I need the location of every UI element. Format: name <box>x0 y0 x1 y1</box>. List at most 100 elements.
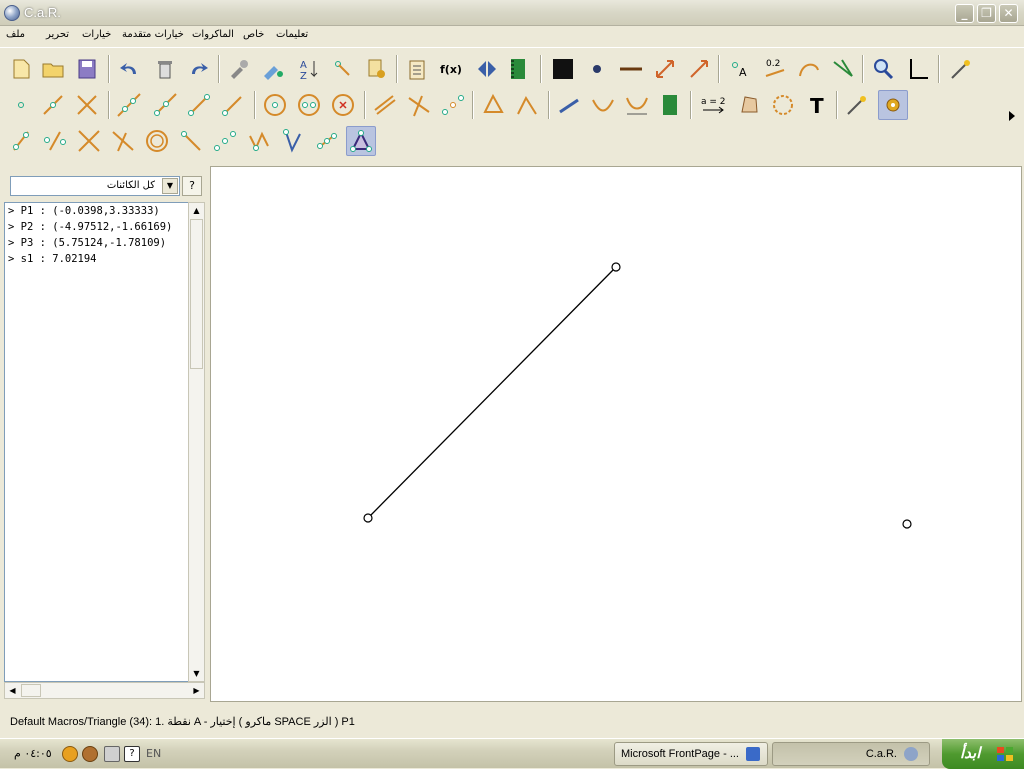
line-thickness-icon[interactable] <box>616 54 646 84</box>
locus-tool-icon[interactable] <box>768 90 798 120</box>
curve-tool-icon[interactable] <box>588 90 618 120</box>
point-style-icon[interactable] <box>582 54 612 84</box>
language-indicator[interactable]: EN <box>146 747 161 760</box>
menu-special[interactable]: خاص <box>243 29 264 40</box>
menu-macros[interactable]: الماكروات <box>192 29 234 40</box>
area-tool-icon[interactable] <box>734 90 764 120</box>
clock[interactable]: ٠٤:٠٥ م <box>14 747 52 760</box>
taskbar-item-car[interactable]: C.a.R. <box>772 742 930 766</box>
circle3-tool-icon[interactable] <box>294 90 324 120</box>
animation-icon[interactable] <box>504 54 534 84</box>
menu-options[interactable]: خيارات <box>82 29 111 40</box>
objects-list[interactable]: > P1 : (-0.0398,3.33333) > P2 : (-4.9751… <box>4 202 190 682</box>
hide-icon[interactable] <box>328 54 358 84</box>
taskbar-item-frontpage[interactable]: Microsoft FrontPage - ... <box>614 742 768 766</box>
chevron-down-icon[interactable]: ▼ <box>162 178 178 194</box>
function-graph-tool-icon[interactable] <box>622 90 652 120</box>
macro-3-icon[interactable] <box>74 126 104 156</box>
arc-icon[interactable] <box>794 54 824 84</box>
macro-icon[interactable] <box>362 54 392 84</box>
value-icon[interactable]: 0.2 <box>760 54 790 84</box>
fill-black-icon[interactable] <box>548 54 578 84</box>
text-tool-icon[interactable]: T <box>802 90 832 120</box>
polygon-tool-icon[interactable] <box>478 90 508 120</box>
network-icon[interactable] <box>62 746 78 762</box>
menu-edit[interactable]: تحرير <box>46 29 69 40</box>
angle-tool-icon[interactable] <box>512 90 542 120</box>
angle-icon[interactable] <box>828 54 858 84</box>
clipboard-icon[interactable] <box>402 54 432 84</box>
parallel-tool-icon[interactable] <box>370 90 400 120</box>
segment-tool-icon[interactable] <box>38 90 68 120</box>
list-item[interactable]: > P1 : (-0.0398,3.33333) <box>8 205 160 217</box>
point-p3[interactable] <box>902 519 912 529</box>
wand-tool-icon[interactable] <box>842 90 872 120</box>
segment-s1[interactable] <box>367 266 617 519</box>
media-icon[interactable] <box>82 746 98 762</box>
fixed-segment-tool-icon[interactable] <box>218 90 248 120</box>
hscroll-thumb[interactable] <box>21 684 41 697</box>
scroll-left-icon[interactable]: ◀ <box>6 684 19 697</box>
macro-7-icon[interactable] <box>244 126 274 156</box>
maximize-button[interactable]: ❐ <box>977 4 996 23</box>
safely-remove-icon[interactable] <box>104 746 120 762</box>
help-tray-icon[interactable]: ? <box>124 746 140 762</box>
circle-tool-icon[interactable] <box>260 90 290 120</box>
macro-6-icon[interactable] <box>210 126 240 156</box>
point-p2[interactable] <box>363 513 373 523</box>
macro-5-icon[interactable] <box>176 126 206 156</box>
delete-icon[interactable] <box>150 54 180 84</box>
app-icon[interactable] <box>4 5 20 21</box>
sort-az-icon[interactable]: AZ <box>294 54 324 84</box>
color-tool-icon[interactable] <box>258 54 288 84</box>
new-file-icon[interactable] <box>6 54 36 84</box>
scroll-down-icon[interactable]: ▼ <box>190 667 203 680</box>
animation-tool-icon[interactable] <box>656 90 686 120</box>
minimize-button[interactable]: _ <box>955 4 974 23</box>
fixed-circle-tool-icon[interactable] <box>328 90 358 120</box>
menu-file[interactable]: ملف <box>6 29 25 40</box>
point-tool-icon[interactable] <box>6 90 36 120</box>
macro-1-icon[interactable] <box>6 126 36 156</box>
help-button[interactable]: ? <box>182 176 202 196</box>
save-icon[interactable] <box>72 54 102 84</box>
axes-icon[interactable] <box>902 54 932 84</box>
arrow-icon[interactable] <box>684 54 714 84</box>
flip-icon[interactable] <box>472 54 502 84</box>
menu-advanced-options[interactable]: خيارات متقدمة <box>122 29 184 40</box>
vertical-scrollbar[interactable]: ▲ ▼ <box>188 202 205 682</box>
horizontal-scrollbar[interactable]: ◀ ▶ <box>4 682 205 699</box>
double-arrow-icon[interactable] <box>650 54 680 84</box>
list-item[interactable]: > P3 : (5.75124,-1.78109) <box>8 237 166 249</box>
triangle-macro-icon[interactable] <box>346 126 376 156</box>
macro-4-icon[interactable] <box>108 126 138 156</box>
intersection-tool-icon[interactable] <box>72 90 102 120</box>
line-tool-icon[interactable] <box>114 90 144 120</box>
perpendicular-tool-icon[interactable] <box>404 90 434 120</box>
open-folder-icon[interactable] <box>38 54 68 84</box>
zoom-icon[interactable] <box>868 54 898 84</box>
point-p1[interactable] <box>611 262 621 272</box>
scroll-up-icon[interactable]: ▲ <box>190 204 203 217</box>
start-button[interactable]: ابدأ <box>942 739 1024 769</box>
expression-tool-icon[interactable]: a = 2 <box>698 90 728 120</box>
wrench-icon[interactable] <box>224 54 254 84</box>
toolbar-more-arrow-icon[interactable] <box>1006 108 1018 124</box>
object-filter-select[interactable]: كل الكائنات ▼ <box>10 176 180 196</box>
redo-icon[interactable] <box>184 54 214 84</box>
magic-wand-icon[interactable] <box>946 54 976 84</box>
vector-tool-icon[interactable] <box>554 90 584 120</box>
label-icon[interactable]: A <box>726 54 756 84</box>
scroll-right-icon[interactable]: ▶ <box>190 684 203 697</box>
function-icon[interactable]: f(x) <box>436 54 466 84</box>
drawing-canvas[interactable] <box>210 166 1022 702</box>
macro-9-icon[interactable] <box>312 126 342 156</box>
list-item[interactable]: > P2 : (-4.97512,-1.66169) <box>8 221 172 233</box>
midpoint-tool-icon[interactable] <box>438 90 468 120</box>
ray-tool-icon[interactable] <box>150 90 180 120</box>
segment2-tool-icon[interactable] <box>184 90 214 120</box>
list-item[interactable]: > s1 : 7.02194 <box>8 253 97 265</box>
macro-run-tool-icon[interactable] <box>878 90 908 120</box>
macro-2-icon[interactable] <box>40 126 70 156</box>
macro-circle-icon[interactable] <box>142 126 172 156</box>
